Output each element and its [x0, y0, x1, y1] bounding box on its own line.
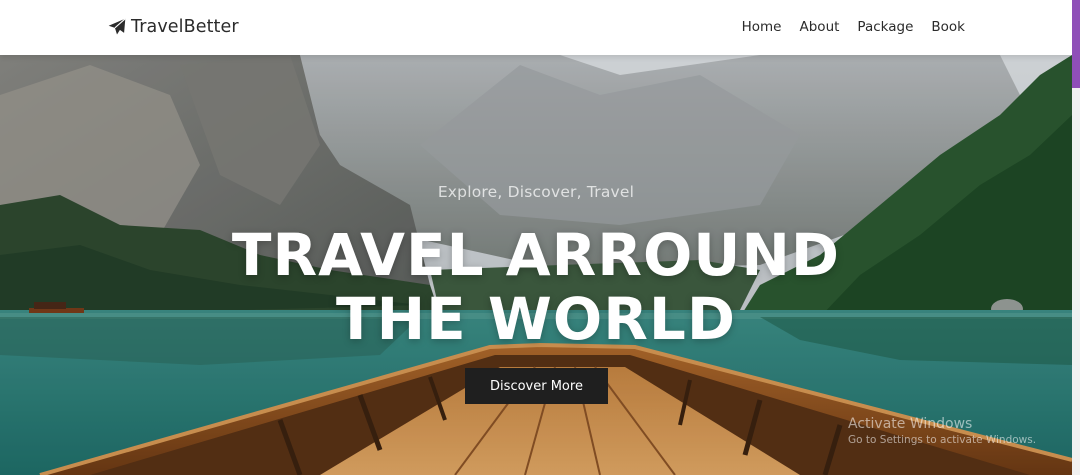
- activate-windows-watermark: Activate Windows Go to Settings to activ…: [848, 416, 1036, 446]
- page-scrollbar[interactable]: [1072, 0, 1080, 475]
- brand-name: TravelBetter: [131, 17, 239, 37]
- navbar: TravelBetter Home About Package Book: [0, 0, 1072, 55]
- main-nav: Home About Package Book: [742, 16, 965, 38]
- hero-title-line-2: THE WORLD: [336, 285, 736, 353]
- hero-tagline: Explore, Discover, Travel: [437, 183, 635, 201]
- paper-plane-icon: [108, 18, 126, 35]
- hero-content: Explore, Discover, Travel TRAVEL ARROUND…: [0, 55, 1072, 475]
- nav-link-package[interactable]: Package: [857, 19, 913, 35]
- hero-section: Explore, Discover, Travel TRAVEL ARROUND…: [0, 55, 1072, 475]
- hero-title: TRAVEL ARROUND THE WORLD: [0, 223, 1072, 351]
- nav-link-about[interactable]: About: [800, 19, 840, 35]
- watermark-title: Activate Windows: [848, 416, 973, 432]
- scrollbar-thumb[interactable]: [1072, 0, 1080, 88]
- discover-more-button[interactable]: Discover More: [465, 368, 608, 404]
- hero-title-line-1: TRAVEL ARROUND: [231, 221, 841, 289]
- brand-logo-link[interactable]: TravelBetter: [107, 14, 239, 40]
- nav-link-book[interactable]: Book: [931, 19, 965, 35]
- watermark-subtitle: Go to Settings to activate Windows.: [848, 434, 1037, 446]
- page: TravelBetter Home About Package Book Exp…: [0, 0, 1080, 475]
- nav-link-home[interactable]: Home: [742, 19, 782, 35]
